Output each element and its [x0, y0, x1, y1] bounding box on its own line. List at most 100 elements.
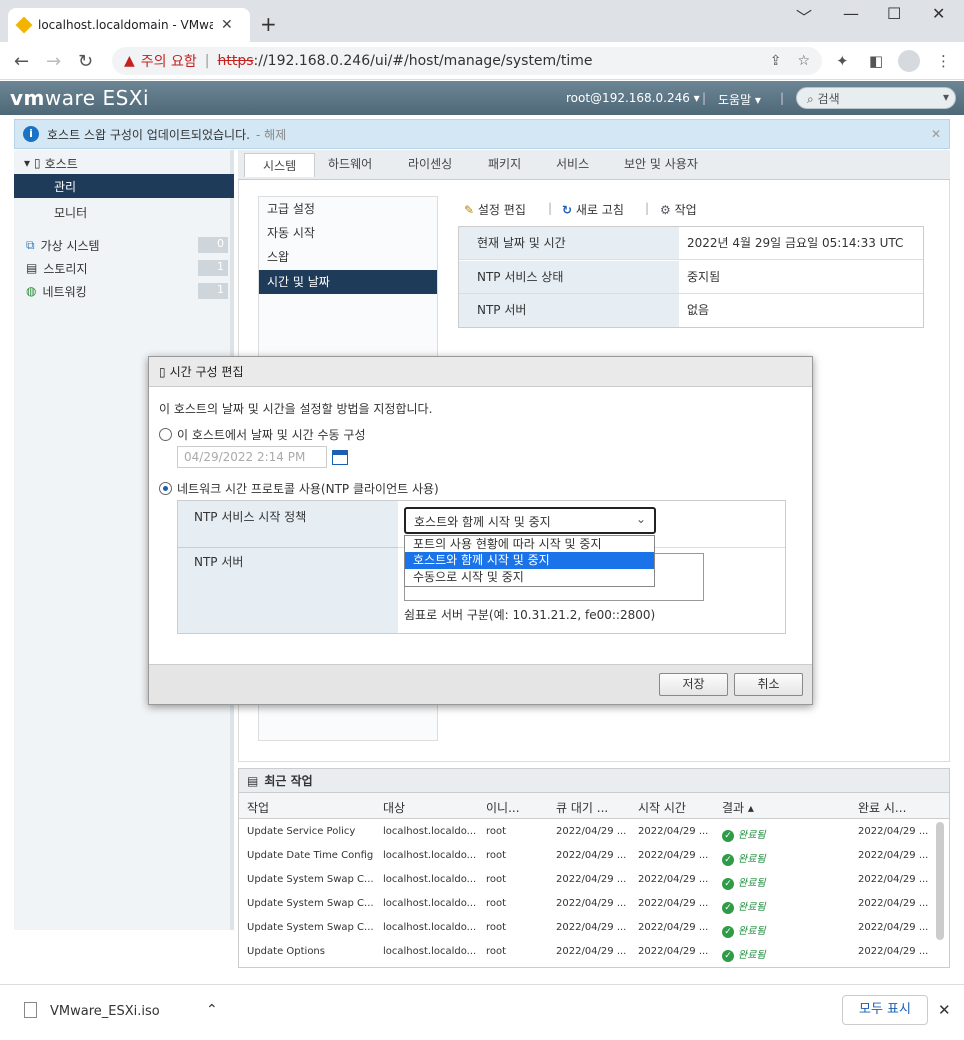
maximize-button[interactable]: ☐: [887, 4, 901, 23]
task-cell: ✓ 완료됨: [722, 826, 766, 842]
task-cell: localhost.localdo...: [383, 850, 477, 861]
nav-monitor[interactable]: 모니터: [14, 200, 234, 224]
column-header[interactable]: 이니...: [486, 799, 520, 816]
manual-config-radio[interactable]: [159, 428, 172, 441]
task-cell: ✓ 완료됨: [722, 850, 766, 866]
nav-manage[interactable]: 관리: [14, 174, 234, 198]
task-cell: localhost.localdo...: [383, 898, 477, 909]
host-icon: ▯: [34, 156, 41, 170]
submenu-advanced[interactable]: 고급 설정: [259, 197, 437, 221]
security-warning-label[interactable]: 주의 요함: [141, 51, 197, 71]
close-icon[interactable]: ✕: [931, 127, 941, 141]
tab-services[interactable]: 서비스: [556, 155, 589, 172]
profile-avatar[interactable]: [898, 50, 920, 72]
success-icon: ✓: [722, 950, 734, 962]
url-text: ://192.168.0.246/ui/#/host/manage/system…: [253, 53, 593, 69]
caret-down-icon: ▾: [24, 156, 31, 170]
tab-hardware[interactable]: 하드웨어: [328, 155, 372, 172]
network-icon: ◍: [26, 284, 37, 298]
vm-icon: ⧉: [26, 237, 35, 252]
forward-icon[interactable]: →: [46, 51, 61, 72]
dropdown-option-selected[interactable]: 호스트와 함께 시작 및 중지: [405, 552, 654, 569]
dropdown-option[interactable]: 포트의 사용 현황에 따라 시작 및 중지: [405, 536, 654, 553]
submenu-autostart[interactable]: 자동 시작: [259, 221, 437, 245]
column-header[interactable]: 작업: [247, 799, 269, 816]
bookmark-star-icon[interactable]: ☆: [797, 53, 810, 69]
task-cell: 2022/04/29 ...: [638, 946, 709, 957]
nav-host[interactable]: ▾ ▯ 호스트: [14, 151, 234, 175]
chevron-up-icon[interactable]: ⌃: [206, 1002, 218, 1018]
minimize-button[interactable]: —: [843, 4, 859, 23]
submenu-time-date[interactable]: 시간 및 날짜: [259, 270, 437, 294]
success-icon: ✓: [722, 854, 734, 866]
edit-settings-button[interactable]: ✎ 설정 편집: [464, 201, 526, 218]
search-input[interactable]: ⌕ 검색 ▾: [796, 87, 956, 109]
nav-storage[interactable]: ▤ 스토리지 1: [14, 256, 234, 280]
tasks-scrollbar[interactable]: [936, 822, 944, 940]
refresh-icon: ↻: [562, 203, 573, 217]
manual-config-label[interactable]: 이 호스트에서 날짜 및 시간 수동 구성: [177, 426, 366, 443]
column-header[interactable]: 시작 시간: [638, 799, 686, 816]
dialog-header: ▯ 시간 구성 편집: [149, 357, 812, 387]
new-tab-button[interactable]: +: [260, 12, 277, 36]
date-time-input[interactable]: 04/29/2022 2:14 PM: [177, 446, 327, 468]
tab-security-users[interactable]: 보안 및 사용자: [624, 155, 698, 172]
task-cell: ✓ 완료됨: [722, 898, 766, 914]
task-cell: 2022/04/29 ...: [638, 922, 709, 933]
close-download-bar-icon[interactable]: ✕: [938, 1001, 951, 1019]
tab-title: localhost.localdomain - VMware: [38, 18, 213, 32]
task-cell: ✓ 완료됨: [722, 922, 766, 938]
browser-tab[interactable]: localhost.localdomain - VMware ✕: [8, 8, 250, 42]
user-menu[interactable]: root@192.168.0.246 ▾: [566, 91, 700, 105]
cancel-button[interactable]: 취소: [734, 673, 803, 696]
task-cell: root: [486, 898, 507, 909]
url-bar[interactable]: ▲ 주의 요함 | https://192.168.0.246/ui/#/hos…: [112, 47, 822, 75]
task-cell: Update System Swap C...: [247, 898, 374, 909]
close-window-button[interactable]: ✕: [932, 4, 945, 23]
refresh-button[interactable]: ↻ 새로 고침: [562, 201, 624, 218]
url-scheme: https: [217, 53, 254, 69]
column-header[interactable]: 대상: [383, 799, 405, 816]
nav-vms[interactable]: ⧉ 가상 시스템 0: [14, 233, 234, 257]
column-header[interactable]: 완료 시...: [858, 799, 906, 816]
dropdown-option[interactable]: 수동으로 시작 및 중지: [405, 569, 654, 586]
side-panel-icon[interactable]: ◧: [869, 52, 883, 70]
extensions-icon[interactable]: ✦: [836, 52, 849, 70]
calendar-icon[interactable]: [332, 450, 348, 465]
column-header[interactable]: 결과 ▴: [722, 799, 754, 816]
tab-search-icon[interactable]: ﹀: [796, 4, 812, 28]
table-row: 현재 날짜 및 시간 2022년 4월 29일 금요일 05:14:33 UTC: [459, 227, 923, 260]
ntp-policy-select[interactable]: 호스트와 함께 시작 및 중지 ⌄: [404, 507, 656, 534]
task-cell: 2022/04/29 ...: [858, 922, 929, 933]
reload-icon[interactable]: ↻: [78, 51, 93, 72]
back-icon[interactable]: ←: [14, 51, 29, 72]
tab-close-icon[interactable]: ✕: [221, 17, 233, 33]
task-cell: root: [486, 922, 507, 933]
task-cell: 2022/04/29 ...: [556, 826, 627, 837]
task-cell: 2022/04/29 ...: [858, 898, 929, 909]
dismiss-link[interactable]: - 해제: [256, 126, 286, 143]
tab-licensing[interactable]: 라이센싱: [408, 155, 452, 172]
tab-system[interactable]: 시스템: [244, 153, 316, 177]
tab-packages[interactable]: 패키지: [488, 155, 521, 172]
column-header[interactable]: 큐 대기 ...: [556, 799, 608, 816]
show-all-button[interactable]: 모두 표시: [842, 995, 928, 1025]
task-cell: 2022/04/29 ...: [556, 874, 627, 885]
actions-button[interactable]: ⚙ 작업: [660, 201, 697, 218]
share-icon[interactable]: ⇪: [770, 53, 782, 69]
nav-networking[interactable]: ◍ 네트워킹 1: [14, 279, 234, 303]
browser-menu-icon[interactable]: ⋮: [936, 52, 951, 70]
submenu-swap[interactable]: 스왑: [259, 245, 437, 269]
save-button[interactable]: 저장: [659, 673, 728, 696]
task-cell: 2022/04/29 ...: [556, 898, 627, 909]
table-row: NTP 서버 없음: [459, 294, 923, 327]
task-cell: root: [486, 874, 507, 885]
task-cell: 2022/04/29 ...: [858, 850, 929, 861]
task-cell: localhost.localdo...: [383, 826, 477, 837]
help-menu[interactable]: 도움말 ▾: [718, 91, 761, 108]
ntp-radio[interactable]: [159, 482, 172, 495]
ntp-option-label[interactable]: 네트워크 시간 프로토콜 사용(NTP 클라이언트 사용): [177, 480, 439, 497]
download-filename[interactable]: VMware_ESXi.iso: [50, 1004, 160, 1019]
count-badge: 0: [198, 237, 228, 253]
ntp-server-label: NTP 서버: [178, 547, 398, 633]
